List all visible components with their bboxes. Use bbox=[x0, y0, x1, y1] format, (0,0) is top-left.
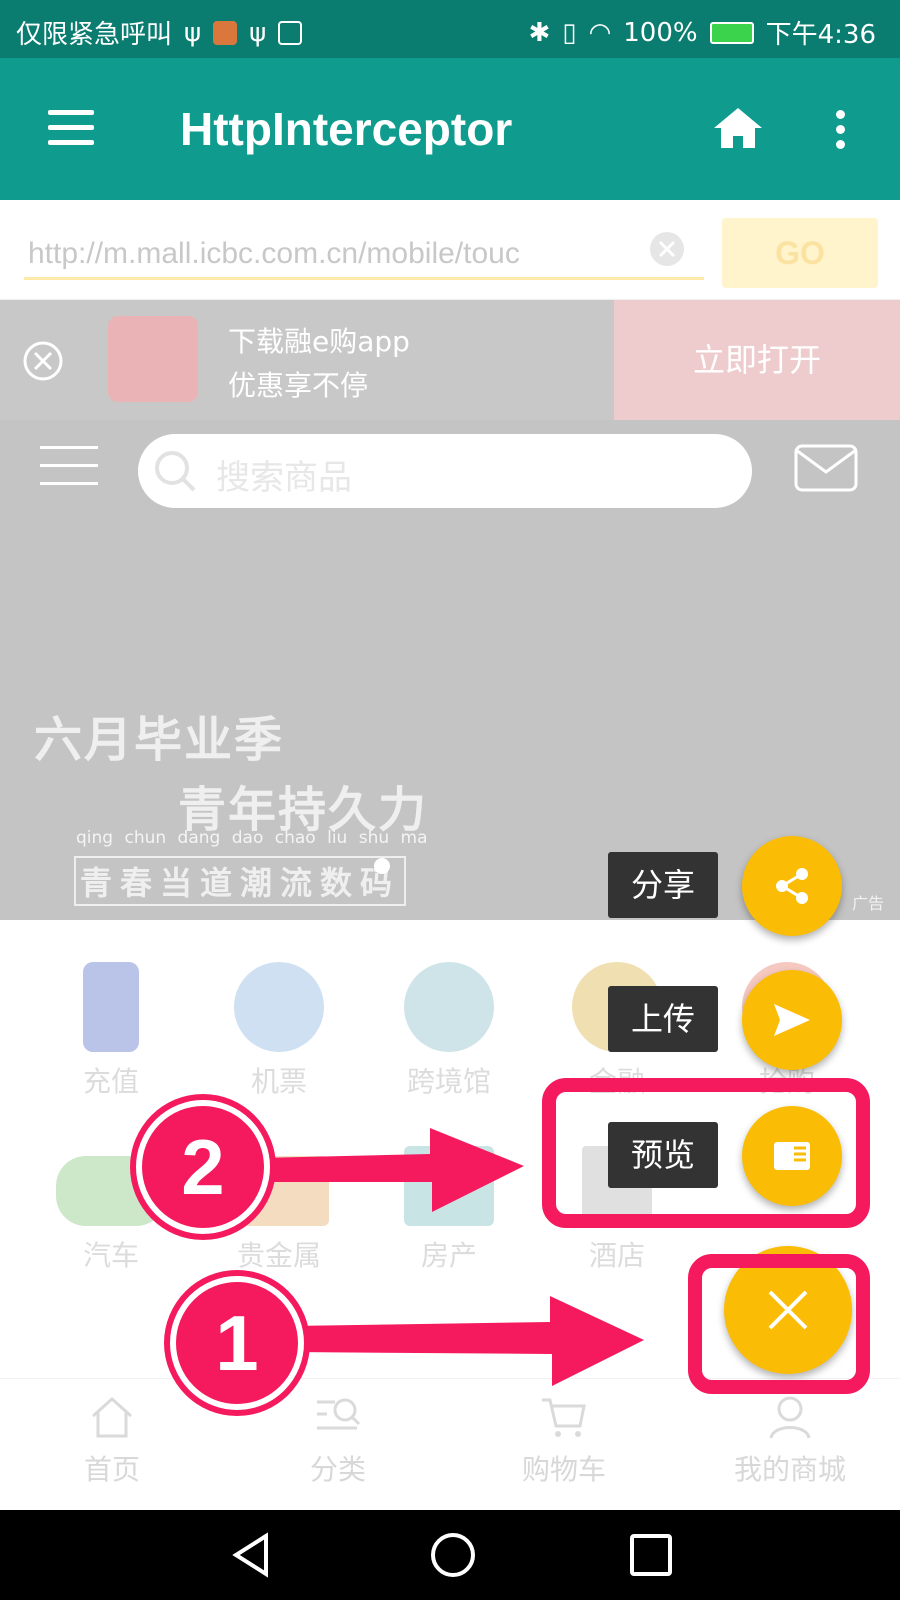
category-label: 充值 bbox=[82, 1065, 139, 1098]
huawei-icon bbox=[278, 20, 303, 45]
home-nav-icon[interactable] bbox=[428, 1530, 478, 1580]
search-icon bbox=[155, 451, 196, 492]
ad-label: 广告 bbox=[852, 894, 885, 913]
share-fab[interactable] bbox=[742, 836, 842, 936]
annotation-box-close bbox=[688, 1254, 870, 1394]
wifi-icon: ◠ bbox=[588, 17, 612, 48]
battery-icon bbox=[709, 21, 754, 44]
upload-fab[interactable] bbox=[742, 970, 842, 1070]
category-label: 跨境馆 bbox=[406, 1065, 491, 1098]
annotation-arrow-1 bbox=[290, 1296, 644, 1386]
app-logo bbox=[108, 316, 198, 402]
search-input[interactable]: 搜索商品 bbox=[138, 434, 752, 508]
category-recharge[interactable]: 充值 bbox=[46, 962, 176, 1100]
send-icon bbox=[774, 1004, 810, 1036]
message-icon[interactable] bbox=[794, 444, 858, 496]
app-bar: HttpInterceptor bbox=[0, 58, 900, 200]
share-label[interactable]: 分享 bbox=[608, 852, 718, 918]
bluetooth-icon: ✱ bbox=[528, 17, 551, 48]
tab-label: 分类 bbox=[309, 1453, 366, 1486]
carousel-indicator bbox=[374, 858, 390, 874]
annotation-step-1: 1 bbox=[170, 1276, 304, 1410]
home-icon[interactable] bbox=[712, 106, 764, 154]
hero-pinyin: qing chun dang dao chao liu shu ma bbox=[76, 828, 428, 848]
tab-cart[interactable]: 购物车 bbox=[494, 1394, 634, 1488]
cart-icon bbox=[494, 1394, 634, 1444]
tab-my-mall[interactable]: 我的商城 bbox=[720, 1394, 860, 1488]
tab-label: 我的商城 bbox=[733, 1453, 846, 1486]
hero-slogan: 青春当道潮流数码 bbox=[74, 856, 407, 906]
share-icon bbox=[776, 868, 808, 904]
category-menu-icon[interactable] bbox=[40, 446, 98, 494]
category-label: 机票 bbox=[250, 1065, 307, 1098]
back-icon[interactable] bbox=[226, 1530, 276, 1580]
vibrate-icon: ▯ bbox=[562, 17, 577, 48]
search-placeholder: 搜索商品 bbox=[216, 458, 352, 498]
tab-label: 购物车 bbox=[521, 1453, 606, 1486]
annotation-step-2: 2 bbox=[136, 1100, 270, 1234]
more-options-icon[interactable] bbox=[836, 110, 846, 155]
status-bar: 仅限紧急呼叫 ψ ψ ✱ ▯ ◠ 100% 下午4:36 bbox=[0, 0, 900, 58]
airplane-icon bbox=[234, 962, 324, 1052]
clock: 下午4:36 bbox=[765, 20, 876, 50]
tab-category[interactable]: 分类 bbox=[268, 1394, 408, 1488]
upload-label[interactable]: 上传 bbox=[608, 986, 718, 1052]
download-banner-subtitle: 优惠享不停 bbox=[228, 369, 369, 402]
usb-icon: ψ bbox=[249, 17, 267, 48]
close-banner-icon[interactable] bbox=[22, 340, 64, 386]
download-banner-title: 下载融e购app bbox=[228, 325, 410, 358]
recents-icon[interactable] bbox=[628, 1532, 674, 1578]
category-cross-border[interactable]: 跨境馆 bbox=[384, 962, 514, 1100]
usb-icon: ψ bbox=[184, 17, 202, 48]
open-app-button[interactable]: 立即打开 bbox=[614, 300, 900, 420]
hamburger-menu-icon[interactable] bbox=[48, 110, 94, 146]
globe-icon bbox=[404, 962, 494, 1052]
category-label: 酒店 bbox=[588, 1239, 645, 1272]
app-title: HttpInterceptor bbox=[180, 103, 513, 155]
system-nav-bar bbox=[0, 1510, 900, 1600]
annotation-arrow-2 bbox=[260, 1128, 524, 1212]
category-label: 贵金属 bbox=[236, 1239, 321, 1272]
battery-percent: 100% bbox=[623, 17, 698, 48]
user-icon bbox=[720, 1394, 860, 1444]
recharge-icon bbox=[83, 962, 139, 1052]
hero-title: 六月毕业季 bbox=[34, 712, 285, 768]
tab-home[interactable]: 首页 bbox=[42, 1394, 182, 1488]
annotation-box-preview bbox=[542, 1078, 870, 1228]
go-button[interactable]: GO bbox=[722, 218, 878, 288]
clear-url-icon[interactable] bbox=[648, 230, 686, 272]
home-outline-icon bbox=[42, 1394, 182, 1444]
url-input[interactable] bbox=[24, 230, 704, 280]
app-notification-icon bbox=[213, 20, 238, 45]
tab-label: 首页 bbox=[83, 1453, 140, 1486]
category-flight[interactable]: 机票 bbox=[214, 962, 344, 1100]
category-label: 汽车 bbox=[82, 1239, 139, 1272]
category-search-icon bbox=[268, 1394, 408, 1444]
status-left-text: 仅限紧急呼叫 bbox=[16, 20, 173, 50]
category-label: 房产 bbox=[420, 1239, 477, 1272]
